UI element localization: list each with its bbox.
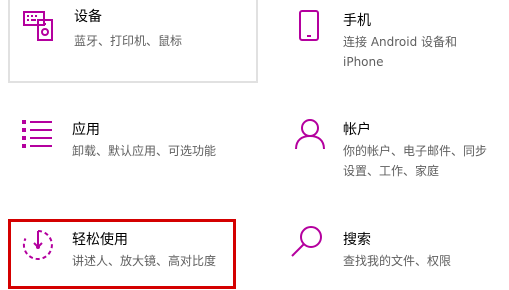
tile-description: 你的帐户、电子邮件、同步 设置、工作、家庭	[343, 144, 488, 178]
tile-description: 讲述人、放大镜、高对比度	[72, 254, 217, 268]
keyboard-speaker-icon	[23, 11, 53, 41]
search-icon	[291, 226, 322, 257]
tile-ease-of-access[interactable]: 轻松使用 讲述人、放大镜、高对比度	[8, 219, 236, 289]
phone-icon	[299, 10, 319, 41]
tile-title: 搜索	[343, 232, 371, 248]
tile-title: 手机	[343, 13, 371, 29]
tile-description: 查找我的文件、权限	[343, 254, 452, 268]
tile-title: 应用	[72, 122, 100, 138]
tile-title: 轻松使用	[72, 232, 128, 248]
apps-list-icon	[22, 120, 52, 148]
tile-title: 设备	[74, 9, 102, 25]
tile-phone[interactable]: 手机 连接 Android 设备和 iPhone	[276, 0, 509, 90]
tile-description: 连接 Android 设备和 iPhone	[343, 35, 458, 69]
tile-description: 卸载、默认应用、可选功能	[72, 144, 217, 158]
tile-apps[interactable]: 应用 卸载、默认应用、可选功能	[8, 110, 258, 180]
tile-description: 蓝牙、打印机、鼠标	[74, 34, 183, 48]
tile-devices[interactable]: 设备 蓝牙、打印机、鼠标	[8, 0, 258, 83]
tile-accounts[interactable]: 帐户 你的帐户、电子邮件、同步 设置、工作、家庭	[276, 110, 509, 190]
ease-of-access-icon	[22, 230, 53, 260]
person-icon	[295, 119, 325, 150]
tile-title: 帐户	[343, 122, 371, 138]
settings-home-grid: 设备 蓝牙、打印机、鼠标 手机 连接 Android 设备和 iPhone 应用…	[0, 0, 509, 290]
tile-search[interactable]: 搜索 查找我的文件、权限	[276, 219, 509, 289]
